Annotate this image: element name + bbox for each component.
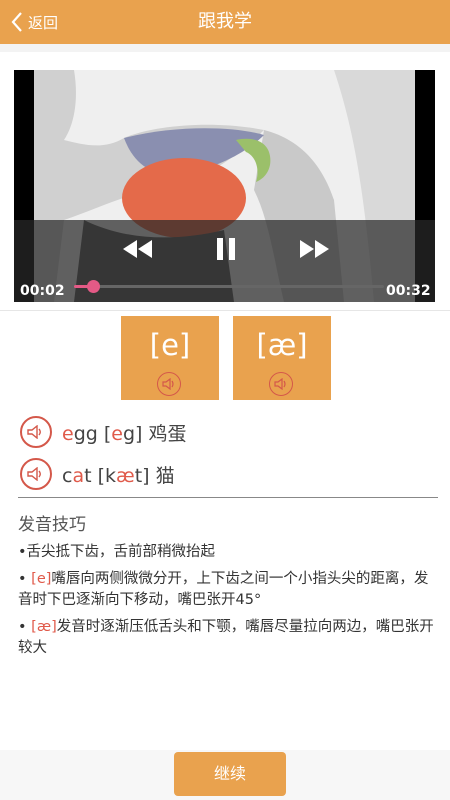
tip-item: • [æ]发音时逐渐压低舌头和下颚，嘴唇尽量拉向两边，嘴巴张开较大 bbox=[18, 619, 434, 656]
phoneme-symbol: [æ] bbox=[256, 328, 308, 362]
speaker-icon[interactable] bbox=[269, 372, 293, 396]
continue-button[interactable]: 继续 bbox=[174, 752, 286, 796]
tip-item: •舌尖抵下齿，舌前部稍微抬起 bbox=[18, 542, 436, 563]
section-divider bbox=[0, 310, 450, 311]
duration: 00:32 bbox=[386, 283, 431, 299]
current-time: 00:02 bbox=[20, 283, 65, 299]
header-bar: 返回 跟我学 bbox=[0, 0, 450, 44]
phonetic-highlight: æ bbox=[116, 464, 135, 487]
tip-text: 嘴唇向两侧微微分开，上下齿之间一个小指头尖的距离，发音时下巴逐渐向下移动，嘴巴张… bbox=[18, 571, 429, 608]
word-part: t [k bbox=[84, 464, 117, 487]
phoneme-card-ae[interactable]: [æ] bbox=[233, 316, 331, 400]
phoneme-card-e[interactable]: [e] bbox=[121, 316, 219, 400]
speaker-icon[interactable] bbox=[20, 416, 52, 448]
word-highlight: a bbox=[72, 464, 85, 487]
progress-bar[interactable] bbox=[74, 280, 384, 293]
video-player[interactable]: 00:02 00:32 bbox=[14, 70, 435, 302]
pause-icon[interactable] bbox=[215, 236, 237, 262]
phoneme-symbol: [e] bbox=[149, 328, 191, 362]
word-text: egg [eg] 鸡蛋 bbox=[62, 419, 187, 446]
tip-item: • [e]嘴唇向两侧微微分开，上下齿之间一个小指头尖的距离，发音时下巴逐渐向下移… bbox=[18, 571, 429, 608]
speaker-icon[interactable] bbox=[157, 372, 181, 396]
phonetic-highlight: e bbox=[111, 422, 123, 445]
tip-text: 发音时逐渐压低舌头和下颚，嘴唇尽量拉向两边，嘴巴张开较大 bbox=[18, 619, 434, 656]
phonetic-part: g] 鸡蛋 bbox=[122, 422, 187, 445]
tip-phoneme: [æ] bbox=[31, 619, 57, 635]
tip-phoneme: [e] bbox=[31, 571, 52, 587]
chevron-left-icon bbox=[11, 12, 22, 32]
tips-title: 发音技巧 bbox=[18, 515, 86, 535]
tips-divider bbox=[18, 497, 438, 498]
word-example-cat: cat [kæt] 猫 bbox=[20, 457, 175, 491]
back-label: 返回 bbox=[28, 13, 59, 32]
word-example-egg: egg [eg] 鸡蛋 bbox=[20, 415, 187, 449]
header-divider bbox=[0, 44, 450, 52]
page-title: 跟我学 bbox=[198, 11, 252, 32]
word-highlight: e bbox=[62, 422, 74, 445]
progress-thumb[interactable] bbox=[86, 280, 100, 293]
back-button[interactable]: 返回 bbox=[10, 0, 58, 44]
word-text: cat [kæt] 猫 bbox=[62, 461, 175, 488]
fast-forward-icon[interactable] bbox=[297, 238, 331, 260]
tip-text: •舌尖抵下齿，舌前部稍微抬起 bbox=[18, 544, 216, 560]
phonetic-part: t] 猫 bbox=[134, 464, 175, 487]
word-part: gg [ bbox=[73, 422, 112, 445]
word-part: c bbox=[62, 464, 73, 487]
rewind-icon[interactable] bbox=[121, 238, 155, 260]
speaker-icon[interactable] bbox=[20, 458, 52, 490]
tips-list: •舌尖抵下齿，舌前部稍微抬起 • [e]嘴唇向两侧微微分开，上下齿之间一个小指头… bbox=[18, 542, 436, 665]
